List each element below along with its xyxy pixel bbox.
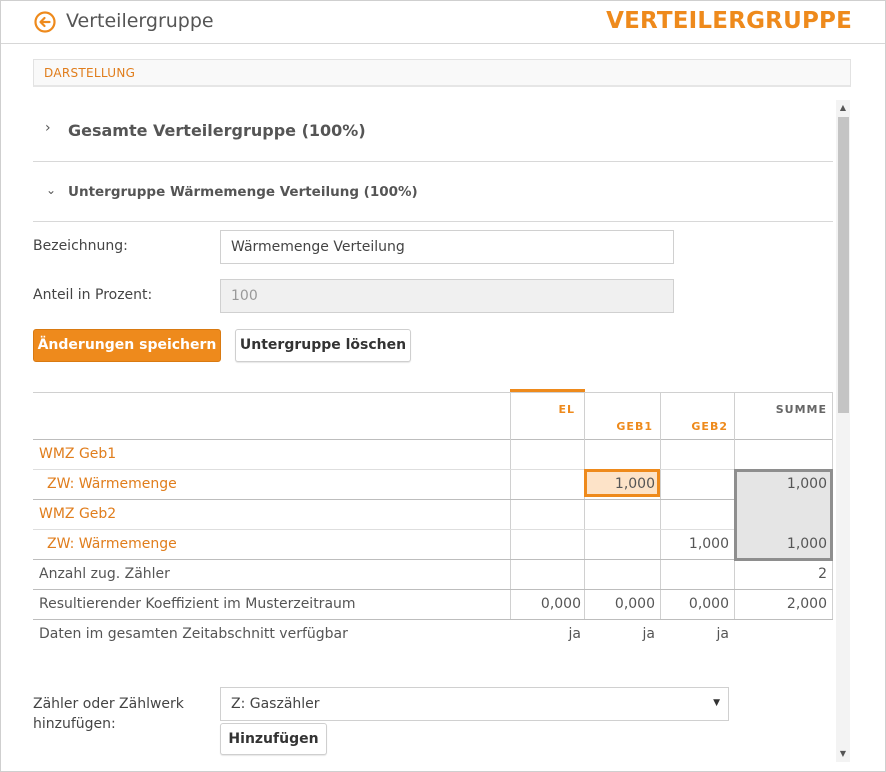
table-row: ZW: Wärmemenge bbox=[33, 470, 833, 500]
cell-value: 1,000 bbox=[786, 476, 827, 492]
col-header-geb2: GEB2 bbox=[691, 420, 728, 433]
cell-value: ja bbox=[568, 626, 581, 642]
scrollbar-thumb[interactable] bbox=[838, 117, 849, 413]
back-arrow-icon[interactable] bbox=[34, 11, 56, 33]
scroll-up-icon[interactable]: ▲ bbox=[836, 100, 850, 116]
table-row: Daten im gesamten Zeitabschnitt verfügba… bbox=[33, 620, 833, 650]
row-label: Anzahl zug. Zähler bbox=[39, 566, 170, 582]
meter-select[interactable]: Z: Gaszähler ▼ bbox=[220, 687, 729, 721]
percent-input bbox=[220, 279, 674, 313]
row-label[interactable]: WMZ Geb2 bbox=[39, 506, 116, 522]
add-meter-button[interactable]: Hinzufügen bbox=[220, 723, 327, 755]
caret-down-icon: ▼ bbox=[713, 698, 720, 708]
accordion-group[interactable]: › Gesamte Verteilergruppe (100%) bbox=[33, 100, 833, 162]
table-header: EL GEB1 GEB2 SUMME bbox=[33, 392, 833, 440]
delete-subgroup-button[interactable]: Untergruppe löschen bbox=[235, 329, 411, 362]
accordion-subgroup[interactable]: ⌄ Untergruppe Wärmemenge Verteilung (100… bbox=[33, 163, 833, 222]
top-bar: Verteilergruppe VERTEILERGRUPPE bbox=[1, 1, 885, 44]
section-label: DARSTELLUNG bbox=[44, 66, 136, 80]
col-header-geb1: GEB1 bbox=[616, 420, 653, 433]
table-row: WMZ Geb2 bbox=[33, 500, 833, 530]
col-header-summe: SUMME bbox=[775, 403, 827, 416]
cell-value: 0,000 bbox=[688, 596, 729, 612]
cell-value: 0,000 bbox=[614, 596, 655, 612]
percent-label: Anteil in Prozent: bbox=[33, 287, 153, 303]
add-meter-label-line: Zähler oder Zählwerk bbox=[33, 696, 184, 712]
chevron-right-icon: › bbox=[45, 120, 51, 136]
cell-value: ja bbox=[642, 626, 655, 642]
cell-value: 1,000 bbox=[614, 476, 655, 492]
scroll-down-icon[interactable]: ▼ bbox=[836, 746, 850, 762]
row-label[interactable]: WMZ Geb1 bbox=[39, 446, 116, 462]
name-label: Bezeichnung: bbox=[33, 238, 128, 254]
cell-value: 2 bbox=[818, 566, 827, 582]
save-changes-button[interactable]: Änderungen speichern bbox=[33, 329, 221, 362]
chevron-down-icon: ⌄ bbox=[46, 183, 57, 197]
add-meter-label-line: hinzufügen: bbox=[33, 716, 116, 732]
section-header: DARSTELLUNG bbox=[33, 59, 851, 87]
page-title: Verteilergruppe bbox=[66, 10, 214, 32]
cell-value: 0,000 bbox=[540, 596, 581, 612]
accordion-group-label: Gesamte Verteilergruppe (100%) bbox=[68, 121, 366, 140]
name-input[interactable] bbox=[220, 230, 674, 264]
table-row: Anzahl zug. Zähler bbox=[33, 560, 833, 590]
add-meter-label: Zähler oder Zählwerk hinzufügen: bbox=[33, 694, 184, 734]
cell-value: 1,000 bbox=[688, 536, 729, 552]
accordion-subgroup-label: Untergruppe Wärmemenge Verteilung (100%) bbox=[68, 184, 418, 200]
row-label: Resultierender Koeffizient im Musterzeit… bbox=[39, 596, 356, 612]
row-label[interactable]: ZW: Wärmemenge bbox=[47, 476, 177, 492]
table-row: WMZ Geb1 bbox=[33, 440, 833, 470]
row-label: Daten im gesamten Zeitabschnitt verfügba… bbox=[39, 626, 348, 642]
brand-title: VERTEILERGRUPPE bbox=[606, 8, 852, 34]
cell-value: 2,000 bbox=[786, 596, 827, 612]
meter-select-value: Z: Gaszähler bbox=[231, 696, 320, 712]
col-header-el: EL bbox=[558, 403, 575, 416]
cell-value: 1,000 bbox=[786, 536, 827, 552]
cell-value: ja bbox=[716, 626, 729, 642]
row-label[interactable]: ZW: Wärmemenge bbox=[47, 536, 177, 552]
